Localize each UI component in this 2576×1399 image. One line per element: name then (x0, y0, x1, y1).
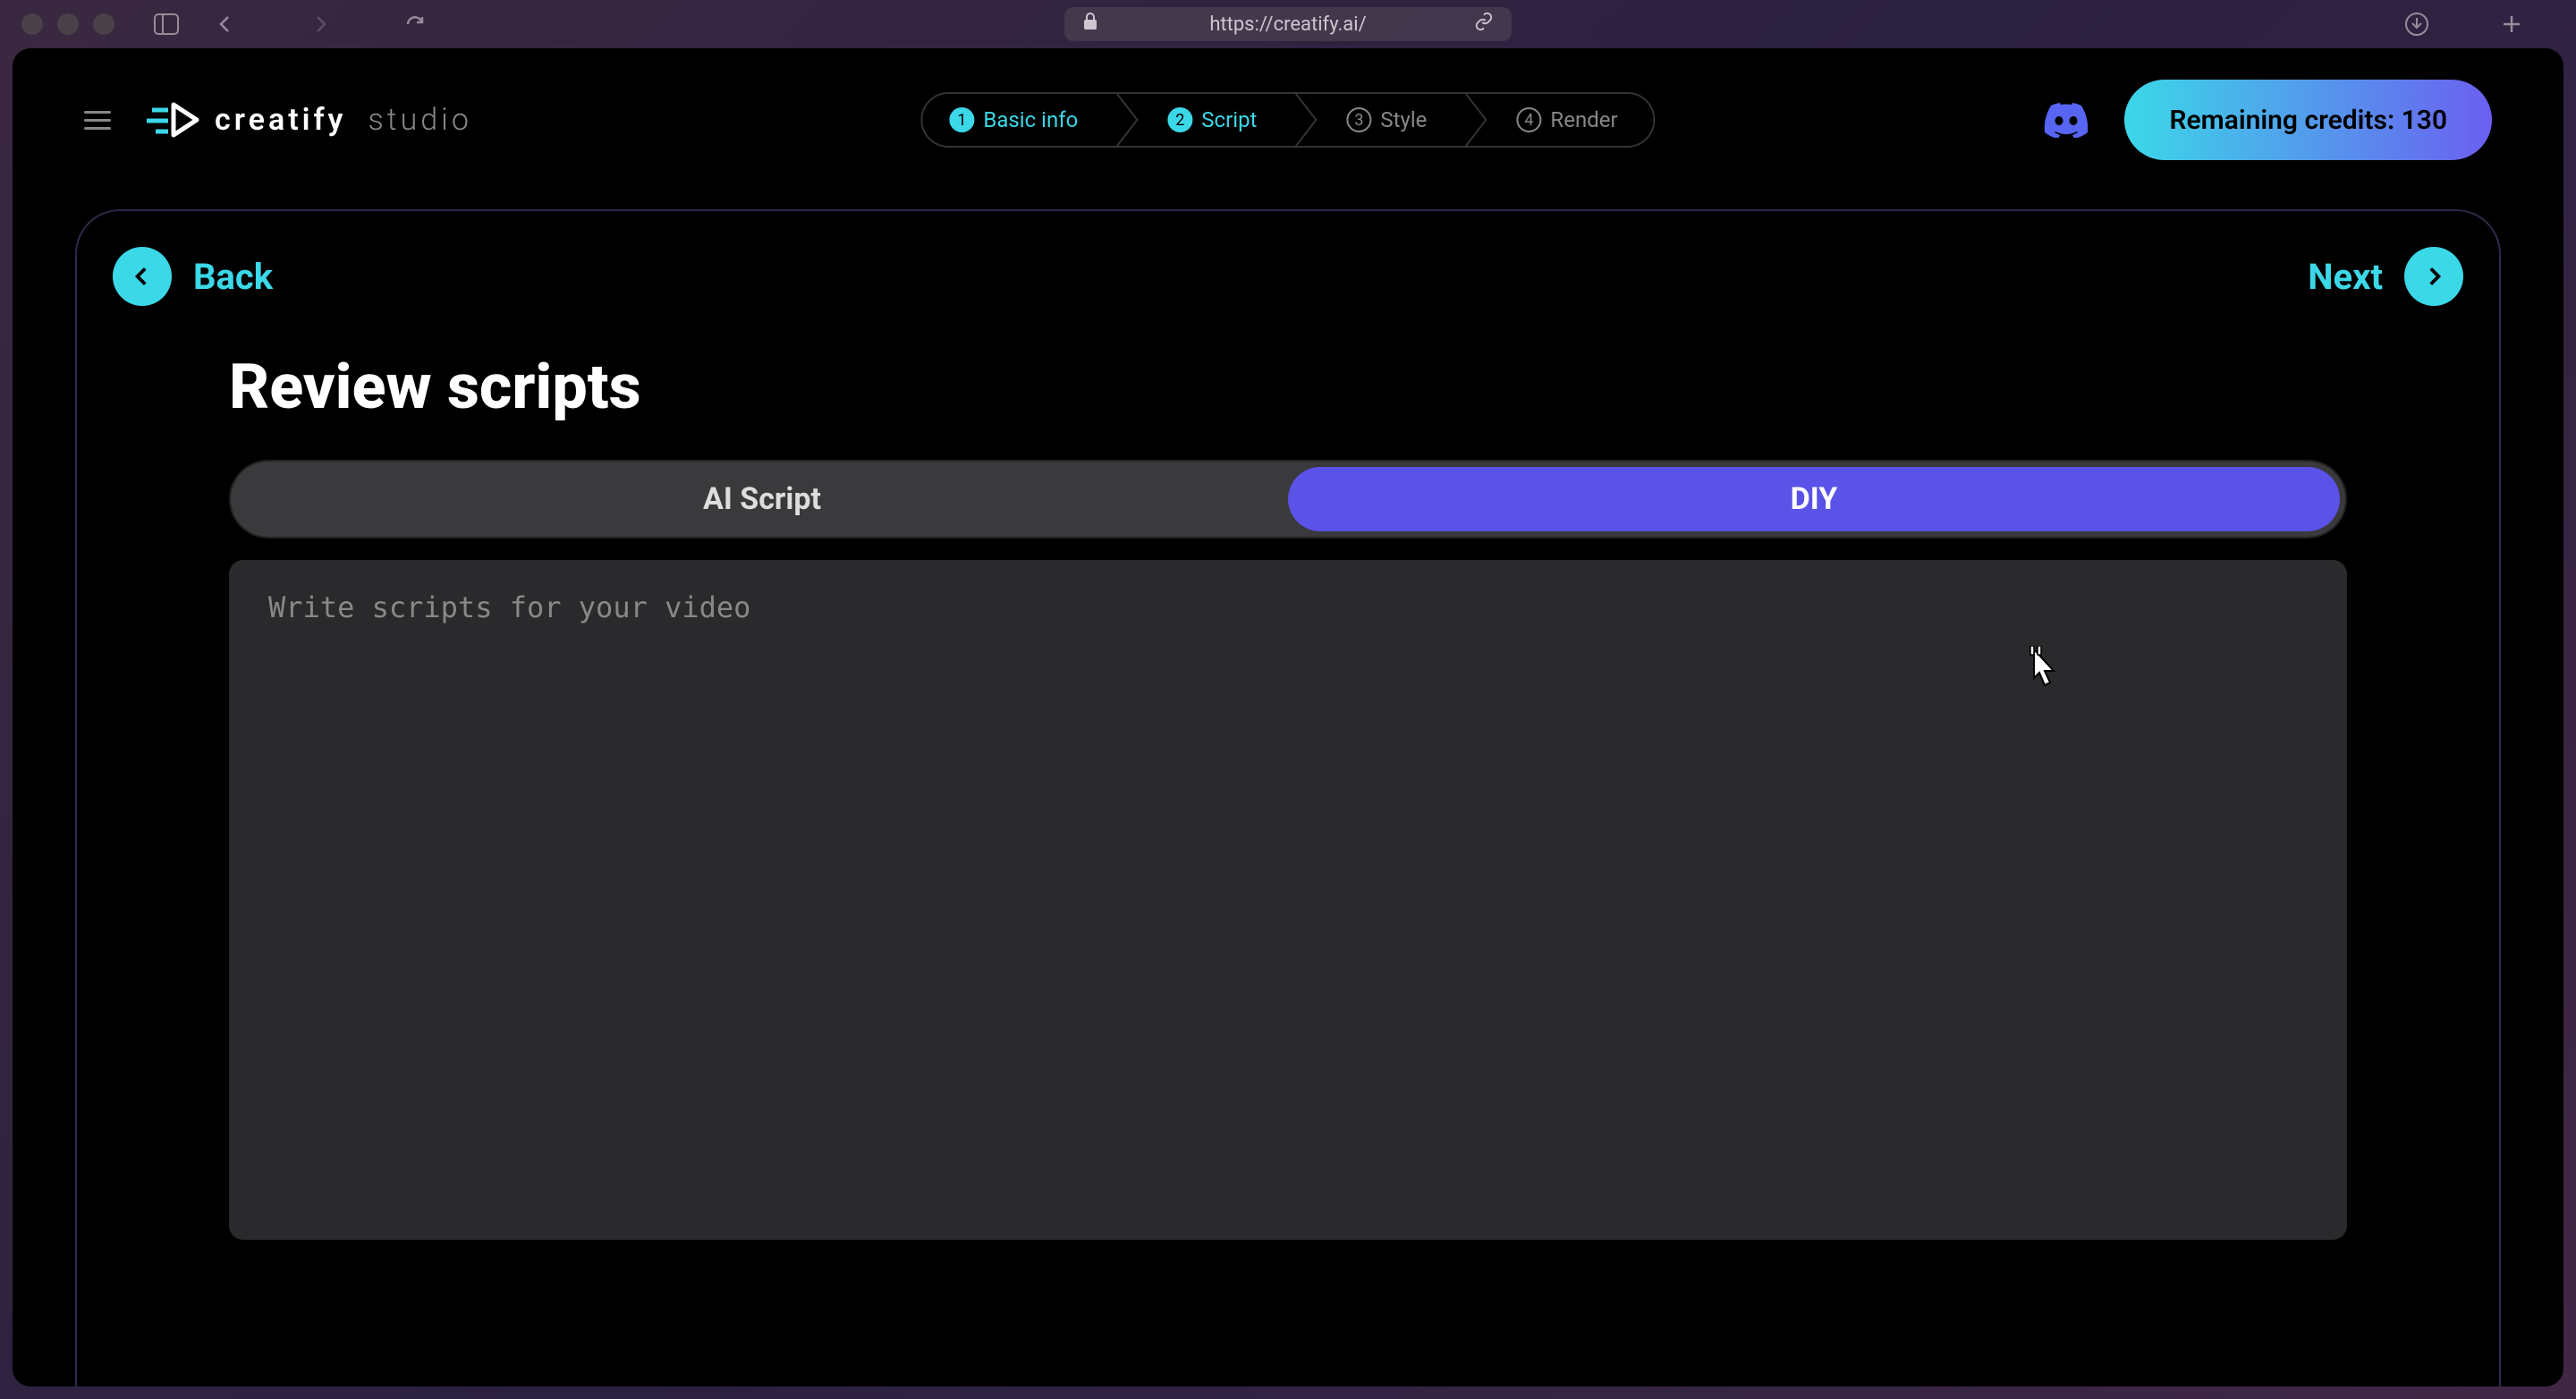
cursor-pointer-icon (2021, 646, 2063, 692)
tab-ai-script[interactable]: AI Script (236, 467, 1288, 531)
minimize-window-button[interactable] (57, 13, 79, 35)
chevron-right-icon (1114, 94, 1140, 146)
chevron-right-icon (1292, 94, 1319, 146)
back-button[interactable]: Back (113, 247, 273, 306)
new-tab-icon[interactable] (2496, 8, 2528, 40)
link-icon[interactable] (1474, 12, 1494, 37)
main-panel: Back Next Review scripts AI Script DIY (75, 209, 2501, 1386)
step-script[interactable]: 2 Script (1140, 94, 1292, 146)
address-bar[interactable]: https://creatify.ai/ (1064, 7, 1512, 41)
chevron-right-icon (2404, 247, 2463, 306)
tab-label: DIY (1791, 481, 1838, 517)
close-window-button[interactable] (21, 13, 43, 35)
next-button[interactable]: Next (2308, 247, 2463, 306)
back-label: Back (193, 256, 273, 298)
step-label: Render (1550, 107, 1617, 132)
sidebar-toggle-icon[interactable] (150, 8, 182, 40)
lock-icon (1082, 13, 1098, 36)
progress-stepper: 1 Basic info 2 Script 3 Style 4 Render (920, 92, 1655, 148)
step-style[interactable]: 3 Style (1319, 94, 1462, 146)
browser-toolbar: https://creatify.ai/ (0, 0, 2576, 48)
tab-label: AI Script (703, 481, 821, 517)
step-basic-info[interactable]: 1 Basic info (922, 94, 1114, 146)
script-textarea[interactable] (268, 590, 2308, 1209)
logo-mark-icon (147, 98, 200, 142)
step-number: 1 (949, 107, 974, 132)
step-render[interactable]: 4 Render (1489, 94, 1653, 146)
url-text: https://creatify.ai/ (1209, 13, 1366, 36)
credits-badge[interactable]: Remaining credits: 130 (2124, 80, 2492, 160)
discord-icon[interactable] (2044, 102, 2089, 138)
zoom-window-button[interactable] (93, 13, 114, 35)
chevron-right-icon (1462, 94, 1489, 146)
step-number: 3 (1346, 107, 1371, 132)
step-number: 4 (1516, 107, 1541, 132)
app-window: creatify studio 1 Basic info 2 Script 3 … (13, 48, 2563, 1386)
downloads-icon[interactable] (2401, 8, 2433, 40)
reload-icon[interactable] (399, 8, 431, 40)
logo[interactable]: creatify studio (147, 98, 472, 142)
step-label: Script (1201, 107, 1257, 132)
next-label: Next (2308, 256, 2383, 298)
logo-sub-text: studio (368, 102, 471, 138)
credits-label: Remaining credits: 130 (2169, 105, 2447, 136)
menu-icon[interactable] (84, 111, 111, 130)
script-tabs: AI Script DIY (229, 460, 2347, 538)
chevron-left-icon (113, 247, 172, 306)
panel-nav: Back Next (113, 247, 2463, 306)
window-controls (21, 13, 114, 35)
logo-main-text: creatify (215, 102, 346, 138)
app-header: creatify studio 1 Basic info 2 Script 3 … (13, 48, 2563, 191)
browser-nav-group (209, 8, 458, 40)
back-icon[interactable] (209, 8, 242, 40)
forward-icon (304, 8, 336, 40)
step-label: Style (1380, 107, 1427, 132)
page-title: Review scripts (229, 351, 2463, 424)
step-label: Basic info (983, 107, 1078, 132)
tab-diy[interactable]: DIY (1288, 467, 2340, 531)
step-number: 2 (1167, 107, 1192, 132)
